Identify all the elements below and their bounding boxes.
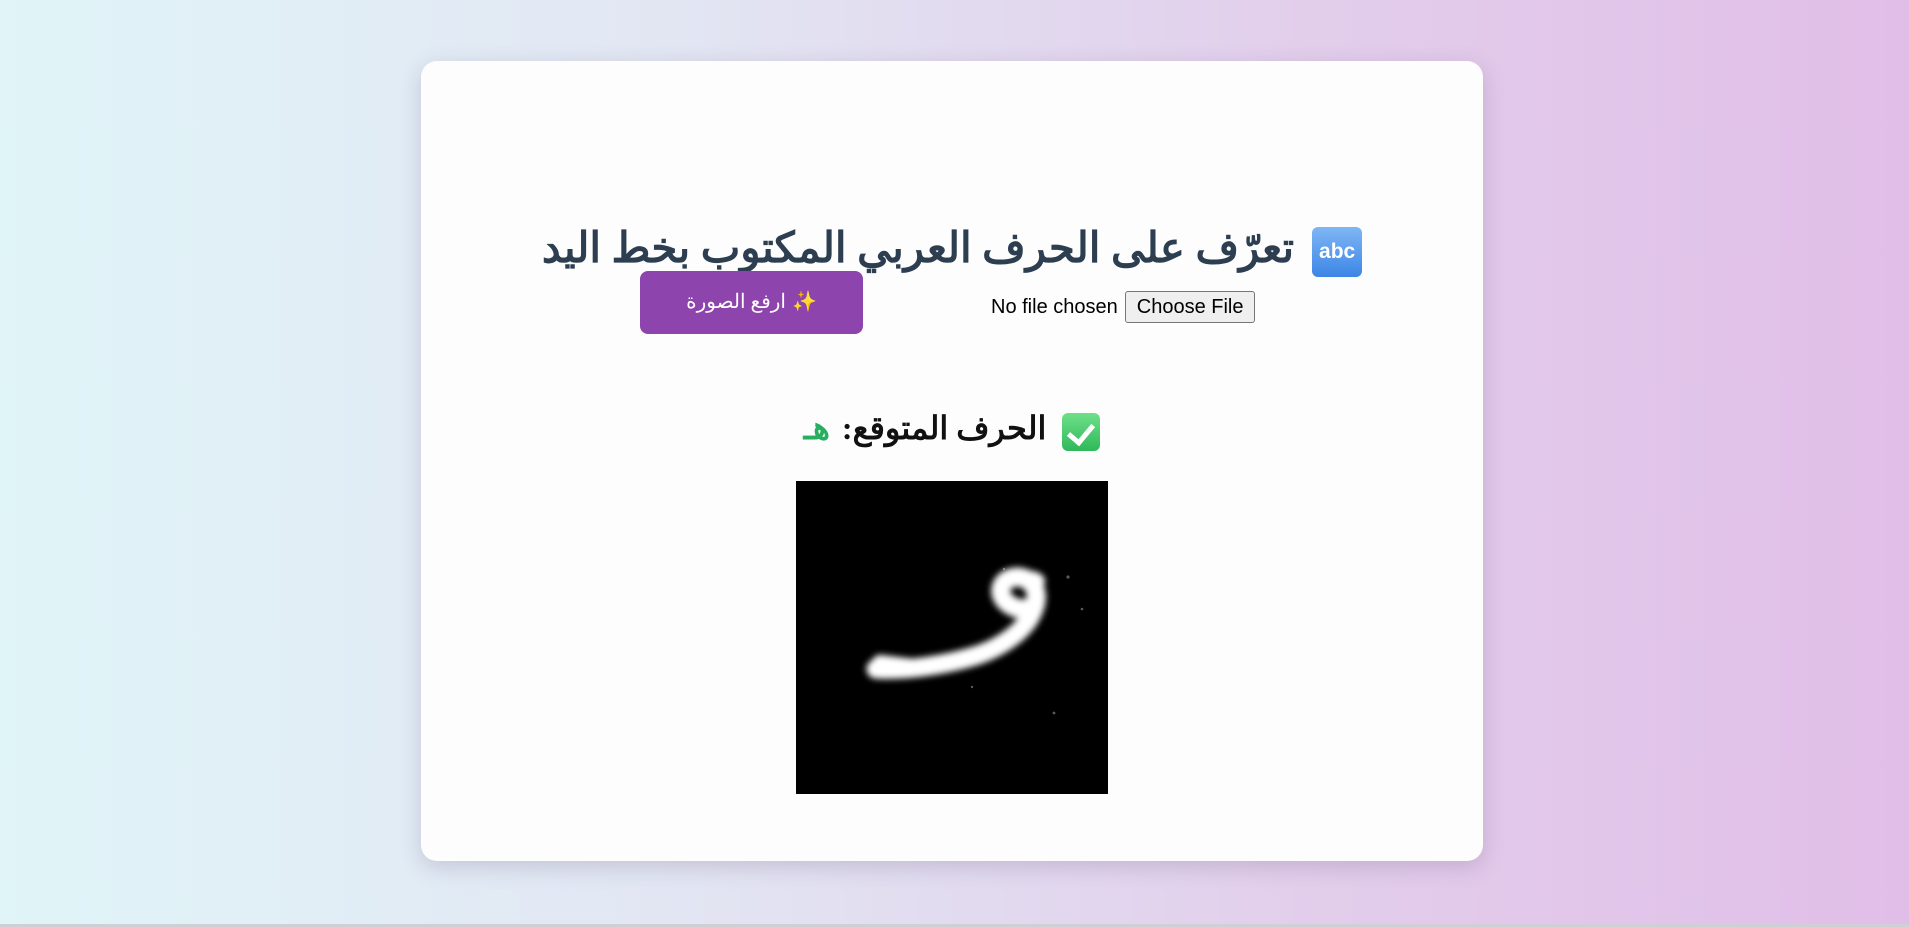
choose-file-button[interactable]: Choose File bbox=[1124, 291, 1256, 323]
file-input[interactable]: No file chosen Choose File bbox=[991, 290, 1256, 324]
upload-image-button[interactable]: ✨ارفع الصورة bbox=[640, 271, 863, 334]
prediction-label: الحرف المتوقع: bbox=[841, 410, 1047, 446]
check-mark-icon bbox=[1062, 412, 1101, 451]
abc-icon: abc bbox=[1312, 227, 1363, 278]
page-title-text: تعرّف على الحرف العربي المكتوب بخط اليد bbox=[541, 226, 1295, 272]
sparkles-icon: ✨ bbox=[791, 291, 817, 313]
handwritten-letter-image bbox=[796, 481, 1108, 794]
main-card: abc تعرّف على الحرف العربي المكتوب بخط ال… bbox=[421, 61, 1483, 861]
file-status-text: No file chosen bbox=[991, 295, 1118, 318]
upload-button-label: ارفع الصورة bbox=[686, 291, 786, 313]
prediction-result: الحرف المتوقع: هـ bbox=[421, 406, 1483, 451]
predicted-letter: هـ bbox=[803, 410, 830, 446]
page-title: abc تعرّف على الحرف العربي المكتوب بخط ال… bbox=[421, 221, 1483, 278]
handwritten-letter-drawing bbox=[796, 481, 1108, 794]
